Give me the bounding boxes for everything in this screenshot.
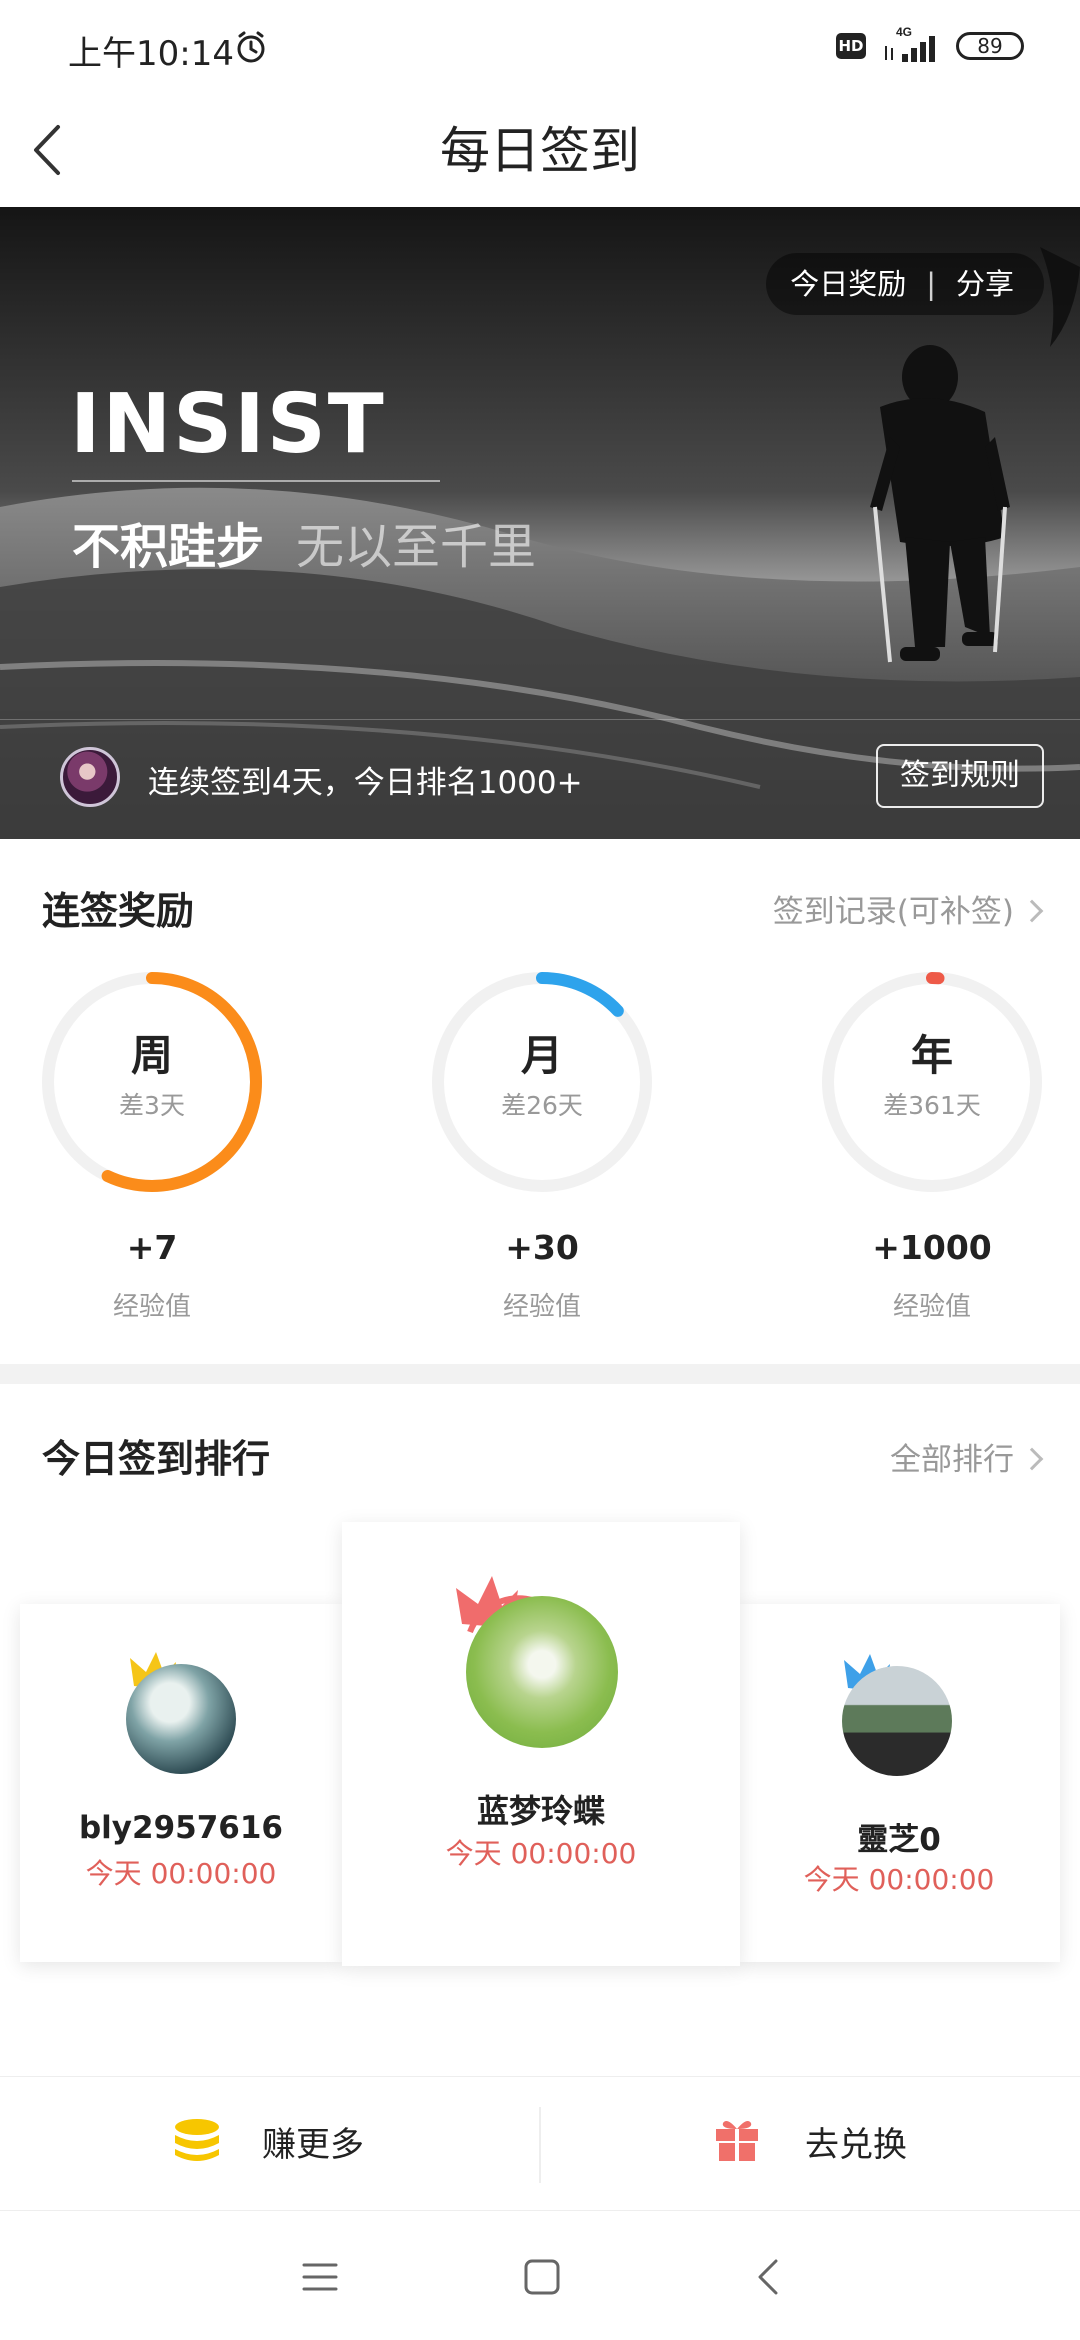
share-link[interactable]: 分享 [956, 253, 1014, 315]
battery-level: 89 [977, 34, 1003, 58]
banner-motto-main: 不积跬步 [72, 519, 265, 575]
rank-time-second: 今天 00:00:00 [85, 1857, 277, 1890]
reward-unit: 经验值 [502, 1292, 581, 1322]
back-icon[interactable] [740, 2247, 800, 2307]
headline-underline [72, 480, 440, 482]
chevron-right-icon [1020, 1447, 1044, 1470]
system-nav-bar [0, 2210, 1080, 2340]
ring-remaining: 差26天 [501, 1091, 583, 1120]
streak-rewards-title: 连签奖励 [42, 889, 195, 933]
all-ranking-label: 全部排行 [890, 1442, 1014, 1478]
menu-icon[interactable] [290, 2247, 350, 2307]
rank-card-second[interactable]: bly2957616 今天 00:00:00 [20, 1604, 342, 1962]
alarm-icon [237, 31, 265, 63]
checkin-record-link[interactable]: 签到记录(可补签) [772, 886, 1044, 931]
rank-card-first[interactable]: 蓝梦玲蝶 今天 00:00:00 [342, 1522, 740, 1966]
rank-avatar-second [126, 1664, 236, 1774]
svg-text:4G: 4G [896, 25, 912, 39]
banner: 今日奖励 | 分享 INSIST 不积跬步 无以至千里 连续签到4天，今日排名100… [0, 207, 1080, 839]
exchange-label: 去兑换 [805, 2125, 907, 2165]
reward-ring-1: 月差26天 [430, 970, 654, 1194]
reward-value: +1000 [872, 1228, 992, 1267]
hd-badge: HD [836, 33, 866, 59]
signal-icon: 4G [885, 25, 935, 62]
chevron-right-icon [1020, 899, 1044, 922]
status-time: 上午10:14 [68, 34, 234, 74]
rank-time-first: 今天 00:00:00 [445, 1837, 637, 1870]
reward-ring-0: 周差3天 [40, 970, 264, 1194]
rank-time-third: 今天 00:00:00 [803, 1863, 995, 1896]
rank-avatar-third [842, 1666, 952, 1776]
earn-more-button[interactable]: 赚更多 [0, 2077, 539, 2211]
reward-ring-2: 年差361天 [820, 970, 1044, 1194]
today-reward-link[interactable]: 今日奖励 [790, 253, 906, 315]
ranking-title: 今日签到排行 [42, 1437, 271, 1481]
ring-remaining: 差3天 [119, 1091, 185, 1120]
rank-name-third: 靈芝0 [857, 1822, 941, 1858]
ring-remaining: 差361天 [883, 1091, 981, 1120]
gift-icon [716, 2121, 758, 2161]
all-ranking-link[interactable]: 全部排行 [890, 1434, 1044, 1479]
reward-unit: 经验值 [892, 1292, 971, 1322]
battery-icon: 89 [956, 32, 1024, 60]
section-gap [0, 1364, 1080, 1384]
exchange-button[interactable]: 去兑换 [541, 2077, 1080, 2211]
coins-icon [175, 2119, 219, 2161]
banner-divider [0, 719, 1080, 720]
page-title: 每日签到 [440, 122, 640, 180]
nav-bar: 每日签到 [0, 95, 1080, 207]
rank-avatar-first [466, 1596, 618, 1748]
reward-value: +30 [505, 1228, 579, 1267]
earn-more-label: 赚更多 [262, 2125, 364, 2165]
reward-value: +7 [126, 1228, 178, 1267]
reward-unit: 经验值 [112, 1292, 191, 1322]
rank-name-second: bly2957616 [78, 1810, 283, 1846]
user-avatar[interactable] [60, 747, 120, 807]
pill-separator: | [926, 267, 936, 301]
rank-name-first: 蓝梦玲蝶 [476, 1792, 605, 1830]
status-bar: 上午10:14 HD 4G 89 [0, 0, 1080, 95]
ring-period: 月 [520, 1031, 563, 1080]
checkin-record-label: 签到记录(可补签) [772, 894, 1014, 930]
home-icon[interactable] [512, 2247, 572, 2307]
ring-period: 年 [910, 1031, 953, 1080]
rank-card-third[interactable]: 靈芝0 今天 00:00:00 [738, 1604, 1060, 1962]
banner-motto-sub: 无以至千里 [296, 519, 537, 575]
reward-share-pill: 今日奖励 | 分享 [766, 253, 1044, 315]
bottom-action-bar: 赚更多 去兑换 [0, 2076, 1080, 2210]
streak-status: 连续签到4天，今日排名1000+ [148, 765, 583, 801]
banner-headline: INSIST [70, 377, 386, 472]
ring-period: 周 [130, 1031, 173, 1080]
checkin-rules-button[interactable]: 签到规则 [876, 744, 1044, 808]
